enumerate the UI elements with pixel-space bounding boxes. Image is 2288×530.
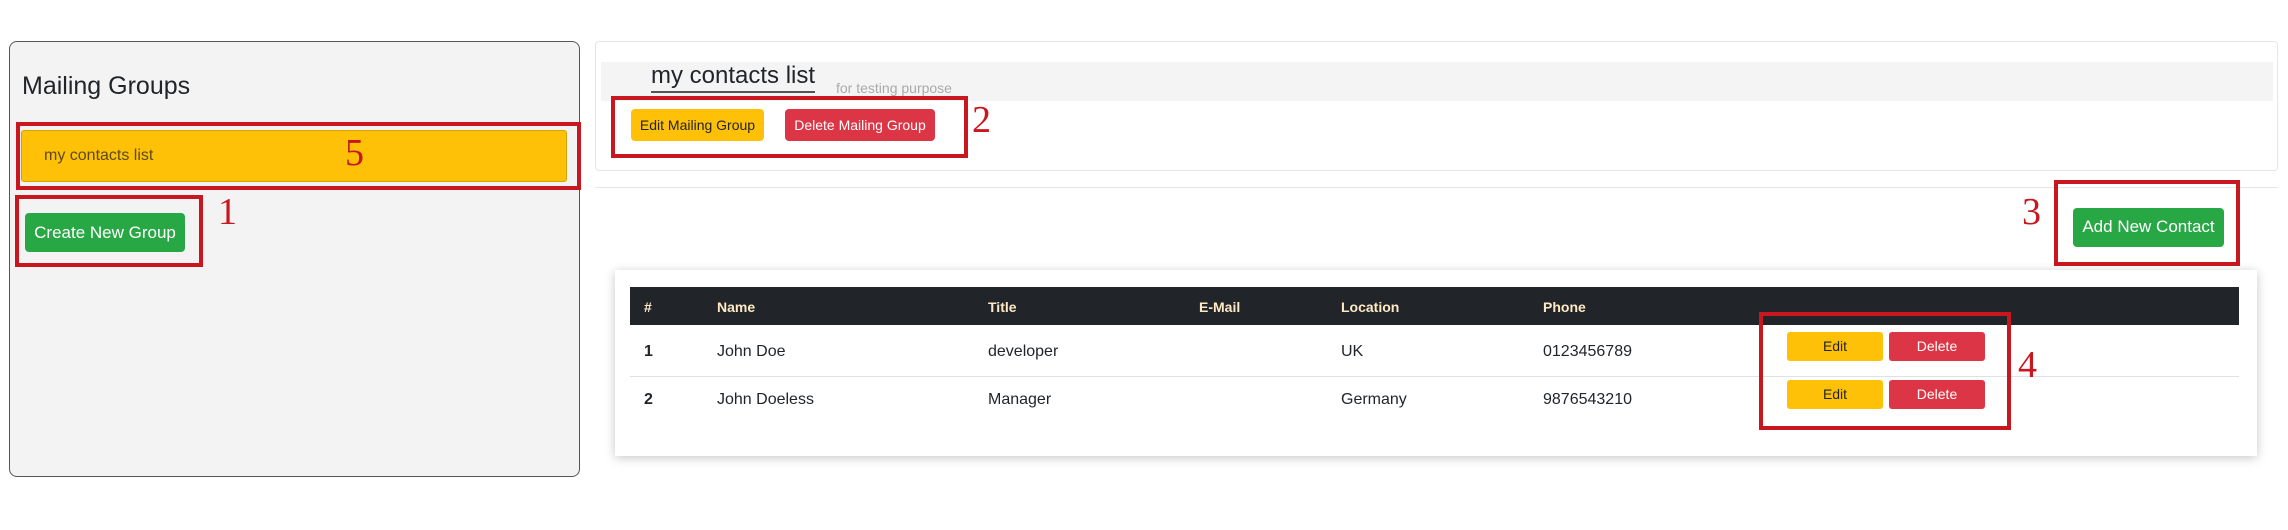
contact-location: Germany: [1341, 391, 1407, 408]
column-header-number: #: [644, 299, 652, 315]
annotation-number-2: 2: [972, 99, 991, 141]
column-header-phone: Phone: [1543, 299, 1586, 315]
contact-name: John Doe: [717, 343, 786, 360]
contact-title: Manager: [988, 391, 1052, 408]
column-header-title: Title: [988, 299, 1017, 315]
annotation-box-2: [611, 96, 968, 158]
row-number: 1: [644, 343, 653, 360]
annotation-number-5: 5: [345, 132, 364, 174]
annotation-box-4: [1759, 312, 2011, 430]
contact-name: John Doeless: [717, 391, 814, 408]
column-header-name: Name: [717, 299, 756, 315]
annotation-box-1: [15, 195, 203, 267]
column-header-location: Location: [1341, 299, 1400, 315]
contact-phone: 9876543210: [1543, 391, 1632, 408]
row-number: 2: [644, 391, 653, 408]
annotation-box-5: [16, 122, 581, 190]
sidebar-title: Mailing Groups: [22, 72, 191, 100]
annotation-number-4: 4: [2018, 344, 2037, 386]
group-name: my contacts list: [651, 62, 816, 93]
contact-location: UK: [1341, 343, 1364, 360]
annotation-box-3: [2054, 180, 2240, 266]
section-divider: [595, 187, 2278, 188]
column-header-email: E-Mail: [1199, 299, 1241, 315]
contact-phone: 0123456789: [1543, 343, 1632, 360]
group-description: for testing purpose: [836, 80, 952, 96]
annotation-number-3: 3: [2022, 191, 2041, 233]
annotation-number-1: 1: [218, 191, 237, 233]
contact-title: developer: [988, 343, 1059, 360]
